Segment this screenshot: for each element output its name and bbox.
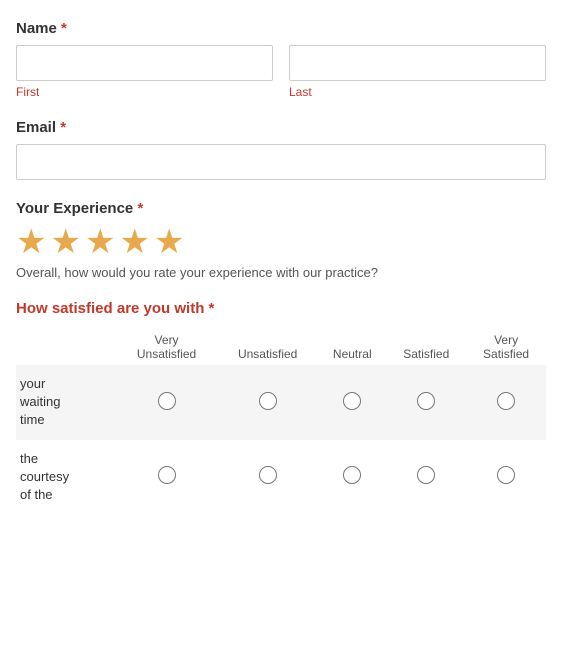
satisfaction-header-row: Very Unsatisfied Unsatisfied Neutral [16, 329, 546, 365]
radio-courtesy-very-unsatisfied-cell [116, 440, 217, 515]
radio-waiting-very-satisfied[interactable] [497, 392, 515, 410]
name-label-text: Name [16, 20, 57, 37]
star-4[interactable]: ★ [119, 225, 149, 259]
row-label-courtesy: thecourtesyof the [16, 440, 116, 515]
radio-courtesy-neutral[interactable] [343, 466, 361, 484]
col-header-very-unsatisfied: Very Unsatisfied [116, 329, 217, 365]
star-1[interactable]: ★ [16, 225, 46, 259]
experience-label: Your Experience * [16, 200, 546, 217]
first-sublabel: First [16, 85, 273, 99]
radio-courtesy-satisfied[interactable] [417, 466, 435, 484]
last-name-col: Last [289, 45, 546, 99]
radio-courtesy-very-unsatisfied[interactable] [158, 466, 176, 484]
name-section: Name * First Last [16, 20, 546, 99]
radio-waiting-unsatisfied-cell [217, 365, 318, 440]
radio-waiting-unsatisfied[interactable] [259, 392, 277, 410]
star-5[interactable]: ★ [154, 225, 184, 259]
radio-waiting-very-satisfied-cell [466, 365, 546, 440]
email-label: Email * [16, 119, 546, 136]
satisfaction-required-marker: * [209, 300, 215, 317]
last-name-input[interactable] [289, 45, 546, 81]
col-header-satisfied: Satisfied [386, 329, 466, 365]
email-input[interactable] [16, 144, 546, 180]
experience-note: Overall, how would you rate your experie… [16, 265, 546, 280]
row-label-waiting: yourwaitingtime [16, 365, 116, 440]
radio-courtesy-unsatisfied-cell [217, 440, 318, 515]
satisfaction-section: How satisfied are you with * Very Unsati… [16, 300, 546, 514]
star-2[interactable]: ★ [50, 225, 80, 259]
name-required-marker: * [61, 20, 67, 37]
radio-courtesy-neutral-cell [318, 440, 386, 515]
col-header-very-satisfied: Very Satisfied [466, 329, 546, 365]
satisfaction-header: How satisfied are you with * [16, 300, 546, 317]
first-name-col: First [16, 45, 273, 99]
row-courtesy: thecourtesyof the [16, 440, 546, 515]
email-required-marker: * [60, 119, 66, 136]
radio-waiting-neutral-cell [318, 365, 386, 440]
radio-waiting-satisfied[interactable] [417, 392, 435, 410]
stars-row: ★ ★ ★ ★ ★ [16, 225, 546, 259]
first-name-input[interactable] [16, 45, 273, 81]
last-sublabel: Last [289, 85, 546, 99]
row-waiting-time: yourwaitingtime [16, 365, 546, 440]
experience-required-marker: * [137, 200, 143, 217]
name-label: Name * [16, 20, 546, 37]
radio-courtesy-unsatisfied[interactable] [259, 466, 277, 484]
star-3[interactable]: ★ [85, 225, 115, 259]
satisfaction-label-text: How satisfied are you with [16, 300, 204, 317]
name-fields-row: First Last [16, 45, 546, 99]
radio-waiting-neutral[interactable] [343, 392, 361, 410]
experience-section: Your Experience * ★ ★ ★ ★ ★ Overall, how… [16, 200, 546, 280]
radio-courtesy-very-satisfied-cell [466, 440, 546, 515]
radio-waiting-very-unsatisfied[interactable] [158, 392, 176, 410]
email-label-text: Email [16, 119, 56, 136]
radio-courtesy-satisfied-cell [386, 440, 466, 515]
radio-waiting-satisfied-cell [386, 365, 466, 440]
satisfaction-table: Very Unsatisfied Unsatisfied Neutral [16, 329, 546, 514]
col-header-empty [16, 329, 116, 365]
col-header-unsatisfied: Unsatisfied [217, 329, 318, 365]
radio-courtesy-very-satisfied[interactable] [497, 466, 515, 484]
email-section: Email * [16, 119, 546, 180]
col-header-neutral: Neutral [318, 329, 386, 365]
experience-label-text: Your Experience [16, 200, 133, 217]
radio-waiting-very-unsatisfied-cell [116, 365, 217, 440]
